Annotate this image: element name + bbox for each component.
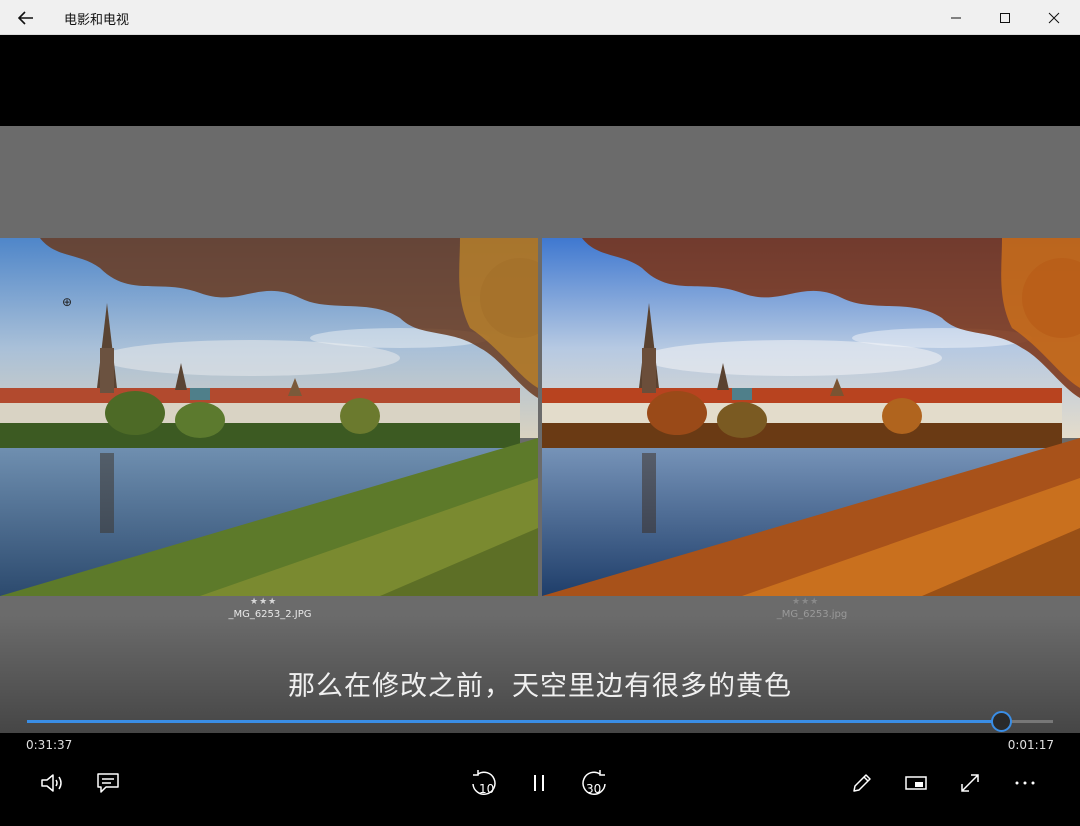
rating-stars-before: ★★★	[250, 597, 278, 607]
remaining-time: 0:01:17	[1007, 738, 1054, 752]
edit-button[interactable]	[842, 765, 882, 801]
pencil-icon	[853, 774, 871, 792]
more-icon	[1015, 781, 1035, 785]
seek-bar-fill	[27, 720, 1001, 723]
fullscreen-button[interactable]	[950, 765, 990, 801]
skip-back-button[interactable]: 10	[464, 765, 504, 801]
mini-view-icon	[905, 776, 927, 790]
svg-text:⊕: ⊕	[62, 295, 72, 309]
minimize-icon	[951, 17, 961, 18]
close-icon	[1048, 12, 1060, 23]
volume-button[interactable]	[33, 765, 73, 801]
back-button[interactable]	[10, 4, 42, 31]
maximize-icon	[1000, 12, 1010, 23]
elapsed-time: 0:31:37	[26, 738, 73, 752]
skip-forward-seconds: 30	[586, 782, 602, 796]
more-button[interactable]	[1005, 765, 1045, 801]
app-title: 电影和电视	[64, 13, 130, 28]
photo-after	[542, 238, 1080, 596]
close-button[interactable]	[1030, 0, 1078, 35]
pause-icon	[534, 775, 544, 791]
title-bar: 电影和电视	[0, 0, 1080, 35]
volume-icon	[41, 774, 62, 792]
photo-before: ⊕	[0, 238, 538, 596]
video-viewport[interactable]: ⊕ ★★★ ★★★ 那么在修改之前，天空里边有很多的黄色	[0, 35, 1080, 733]
pause-button[interactable]	[519, 765, 559, 801]
rating-stars-after: ★★★	[792, 597, 820, 607]
seek-thumb[interactable]	[990, 711, 1012, 732]
skip-back-seconds: 10	[479, 782, 495, 796]
arrow-left-icon	[18, 10, 33, 25]
skip-forward-button[interactable]: 30	[574, 765, 614, 801]
captions-button[interactable]	[88, 765, 128, 801]
subtitle-text: 那么在修改之前，天空里边有很多的黄色	[288, 671, 792, 702]
letterbox	[0, 35, 1080, 126]
minimize-button[interactable]	[932, 0, 980, 35]
fullscreen-icon	[961, 774, 979, 792]
seek-bar[interactable]	[27, 711, 1053, 732]
playback-controls: 0:31:37 0:01:17 10 30	[0, 733, 1080, 826]
maximize-button[interactable]	[981, 0, 1029, 35]
captions-icon	[97, 773, 119, 793]
mini-view-button[interactable]	[896, 765, 936, 801]
